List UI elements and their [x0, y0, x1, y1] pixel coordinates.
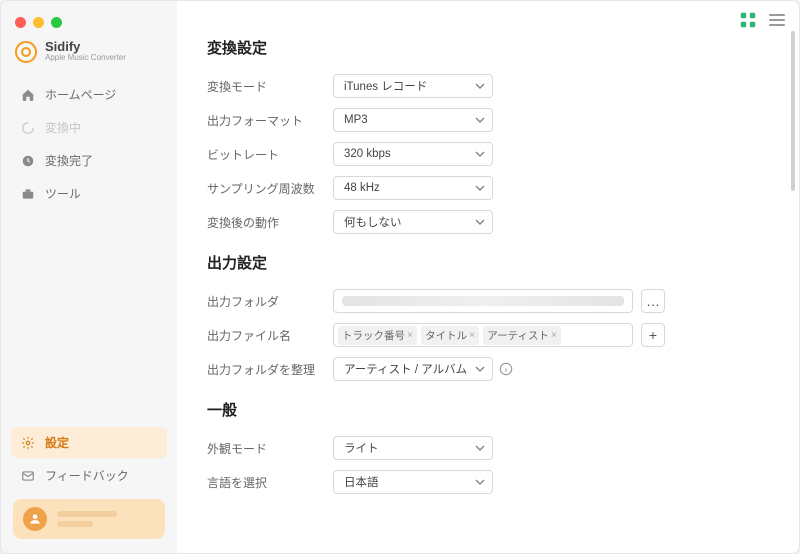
output-folder-value-blurred [342, 296, 624, 306]
select-value: ライト [344, 440, 379, 456]
select-value: 48 kHz [344, 182, 380, 194]
label-language: 言語を選択 [207, 474, 333, 491]
maximize-window-button[interactable] [51, 17, 62, 28]
menu-icon[interactable] [769, 14, 785, 26]
sidebar-item-home[interactable]: ホームページ [11, 79, 167, 110]
label-bitrate: ビットレート [207, 146, 333, 163]
sidebar-item-settings[interactable]: 設定 [11, 427, 167, 458]
brand-logo-icon [15, 41, 37, 63]
chevron-down-icon [474, 80, 486, 92]
label-organize-folder: 出力フォルダを整理 [207, 361, 333, 378]
filename-tag: トラック番号× [338, 326, 417, 345]
close-window-button[interactable] [15, 17, 26, 28]
select-value: アーティスト / アルバム [344, 361, 467, 377]
sidebar-item-label: ツール [45, 185, 81, 202]
select-sample-rate[interactable]: 48 kHz [333, 176, 493, 200]
sidebar-item-tools[interactable]: ツール [11, 178, 167, 209]
sidebar-item-label: フィードバック [45, 467, 129, 484]
section-title: 一般 [207, 399, 769, 420]
select-organize-folder[interactable]: アーティスト / アルバム [333, 357, 493, 381]
section-title: 出力設定 [207, 252, 769, 273]
chevron-down-icon [474, 216, 486, 228]
section-output: 出力設定 出力フォルダ … 出力ファイル名 トラック番号× タイトル× アーティ… [207, 252, 769, 381]
chevron-down-icon [474, 476, 486, 488]
nav: ホームページ 変換中 変換完了 ツール [1, 79, 177, 209]
home-icon [21, 88, 35, 102]
chevron-down-icon [474, 114, 486, 126]
select-after-convert[interactable]: 何もしない [333, 210, 493, 234]
avatar-icon [23, 507, 47, 531]
brand-subtitle: Apple Music Converter [45, 54, 126, 63]
clock-icon [21, 154, 35, 168]
apps-grid-icon[interactable] [739, 11, 757, 29]
select-value: MP3 [344, 114, 368, 126]
input-output-filename[interactable]: トラック番号× タイトル× アーティスト× [333, 323, 633, 347]
sidebar-item-label: 設定 [45, 434, 69, 451]
select-language[interactable]: 日本語 [333, 470, 493, 494]
gear-icon [21, 436, 35, 450]
window-controls [1, 11, 177, 38]
info-icon[interactable] [499, 362, 513, 376]
section-general: 一般 外観モード ライト 言語を選択 日本語 [207, 399, 769, 494]
select-convert-mode[interactable]: iTunes レコード [333, 74, 493, 98]
section-title: 変換設定 [207, 37, 769, 58]
sidebar-item-label: ホームページ [45, 86, 116, 103]
filename-tag: アーティスト× [483, 326, 561, 345]
sidebar-item-completed[interactable]: 変換完了 [11, 145, 167, 176]
sidebar-item-feedback[interactable]: フィードバック [11, 460, 167, 491]
minimize-window-button[interactable] [33, 17, 44, 28]
chevron-down-icon [474, 363, 486, 375]
add-filename-tag-button[interactable]: + [641, 323, 665, 347]
select-appearance[interactable]: ライト [333, 436, 493, 460]
section-convert: 変換設定 変換モード iTunes レコード 出力フォーマット MP3 ビットレ… [207, 37, 769, 234]
profile-text-placeholder [57, 511, 117, 527]
brand: Sidify Apple Music Converter [1, 38, 177, 79]
chevron-down-icon [474, 182, 486, 194]
label-sample-rate: サンプリング周波数 [207, 180, 333, 197]
sidebar-item-label: 変換中 [45, 119, 81, 136]
select-value: iTunes レコード [344, 78, 427, 94]
remove-tag-icon[interactable]: × [469, 329, 475, 341]
select-value: 320 kbps [344, 148, 391, 160]
remove-tag-icon[interactable]: × [551, 329, 557, 341]
spinner-icon [21, 121, 35, 135]
select-value: 何もしない [344, 214, 402, 230]
select-bitrate[interactable]: 320 kbps [333, 142, 493, 166]
label-output-format: 出力フォーマット [207, 112, 333, 129]
chevron-down-icon [474, 442, 486, 454]
sidebar-item-converting[interactable]: 変換中 [11, 112, 167, 143]
input-output-folder[interactable] [333, 289, 633, 313]
brand-name: Sidify [45, 40, 126, 54]
select-value: 日本語 [344, 474, 379, 490]
sidebar-item-label: 変換完了 [45, 152, 93, 169]
remove-tag-icon[interactable]: × [407, 329, 413, 341]
filename-tag: タイトル× [421, 326, 479, 345]
nav-bottom: 設定 フィードバック [1, 427, 177, 491]
chevron-down-icon [474, 148, 486, 160]
topbar [739, 11, 785, 29]
browse-folder-button[interactable]: … [641, 289, 665, 313]
app-window: Sidify Apple Music Converter ホームページ 変換中 … [0, 0, 800, 554]
mail-icon [21, 469, 35, 483]
toolbox-icon [21, 187, 35, 201]
profile-card[interactable] [13, 499, 165, 539]
label-after-convert: 変換後の動作 [207, 214, 333, 231]
sidebar: Sidify Apple Music Converter ホームページ 変換中 … [1, 1, 177, 553]
select-output-format[interactable]: MP3 [333, 108, 493, 132]
label-appearance: 外観モード [207, 440, 333, 457]
label-convert-mode: 変換モード [207, 78, 333, 95]
label-output-folder: 出力フォルダ [207, 293, 333, 310]
label-output-filename: 出力ファイル名 [207, 327, 333, 344]
main-content: 変換設定 変換モード iTunes レコード 出力フォーマット MP3 ビットレ… [177, 1, 799, 553]
